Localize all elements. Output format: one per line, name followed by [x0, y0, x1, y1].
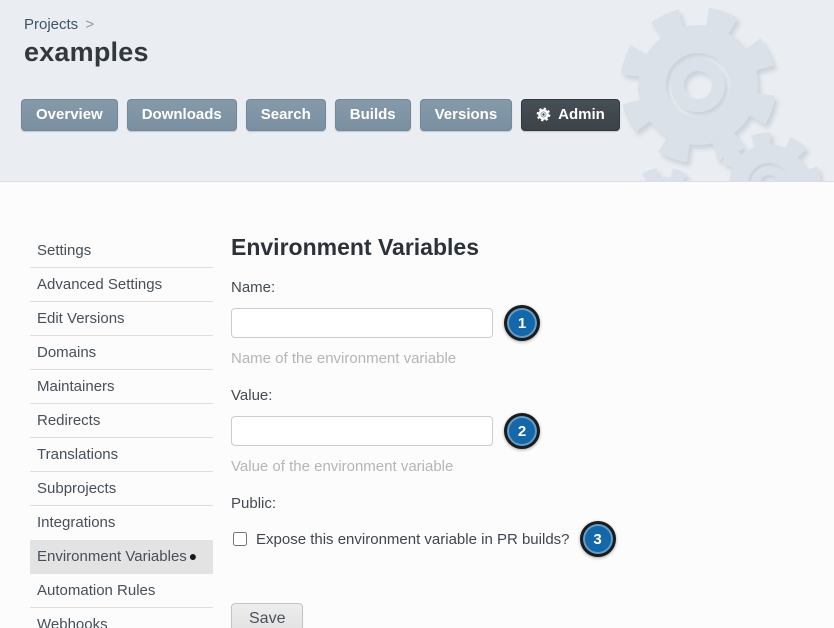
annotation-badge-3: 3 — [580, 521, 616, 557]
save-button[interactable]: Save — [231, 603, 303, 628]
expose-checkbox-label: Expose this environment variable in PR b… — [256, 531, 570, 548]
sidebar-item-advanced-settings[interactable]: Advanced Settings — [30, 268, 213, 302]
annotation-badge-2: 2 — [504, 413, 540, 449]
gear-icon — [536, 107, 551, 122]
sidebar-item-subprojects[interactable]: Subprojects — [30, 472, 213, 506]
sidebar-item-label: Settings — [37, 242, 91, 259]
breadcrumb: Projects > — [0, 0, 834, 35]
value-input[interactable] — [231, 416, 493, 446]
sidebar-item-label: Automation Rules — [37, 582, 155, 599]
tab-label: Search — [261, 106, 311, 123]
sidebar-item-maintainers[interactable]: Maintainers — [30, 370, 213, 404]
sidebar-item-label: Translations — [37, 446, 118, 463]
value-field-group: Value: 2 Value of the environment variab… — [231, 387, 616, 475]
sidebar-item-environment-variables[interactable]: Environment Variables● — [30, 540, 213, 574]
sidebar: Settings Advanced Settings Edit Versions Do… — [30, 234, 213, 628]
sidebar-item-label: Environment Variables — [37, 548, 187, 565]
tab-downloads[interactable]: Downloads — [127, 99, 237, 131]
sidebar-item-settings[interactable]: Settings — [30, 234, 213, 268]
name-field-group: Name: 1 Name of the environment variable — [231, 279, 616, 367]
breadcrumb-link-projects[interactable]: Projects — [24, 16, 78, 33]
public-field-group: Public: Expose this environment variable… — [231, 495, 616, 557]
sidebar-item-label: Edit Versions — [37, 310, 125, 327]
sidebar-item-label: Webhooks — [37, 616, 108, 628]
value-help-text: Value of the environment variable — [231, 458, 616, 475]
page-title: examples — [0, 37, 834, 68]
tab-builds[interactable]: Builds — [335, 99, 411, 131]
tab-search[interactable]: Search — [246, 99, 326, 131]
sidebar-item-translations[interactable]: Translations — [30, 438, 213, 472]
sidebar-item-integrations[interactable]: Integrations — [30, 506, 213, 540]
sidebar-item-label: Advanced Settings — [37, 276, 162, 293]
tab-label: Versions — [435, 106, 498, 123]
sidebar-item-label: Domains — [37, 344, 96, 361]
small-gear-icon — [711, 126, 826, 182]
tab-admin[interactable]: Admin — [521, 99, 620, 131]
tab-label: Admin — [558, 106, 605, 123]
public-field-label: Public: — [231, 495, 616, 512]
name-input[interactable] — [231, 308, 493, 338]
content: Settings Advanced Settings Edit Versions Do… — [0, 182, 834, 628]
nav-tabs: Overview Downloads Search Builds Versions Adm… — [21, 99, 834, 131]
header: Projects > examples Overview Downloads Sea… — [0, 0, 834, 182]
sidebar-item-label: Maintainers — [37, 378, 115, 395]
tab-versions[interactable]: Versions — [420, 99, 513, 131]
value-field-label: Value: — [231, 387, 616, 404]
annotation-badge-1: 1 — [504, 305, 540, 341]
sidebar-item-redirects[interactable]: Redirects — [30, 404, 213, 438]
tab-label: Downloads — [142, 106, 222, 123]
sidebar-item-edit-versions[interactable]: Edit Versions — [30, 302, 213, 336]
sidebar-item-domains[interactable]: Domains — [30, 336, 213, 370]
name-field-label: Name: — [231, 279, 616, 296]
sidebar-item-label: Subprojects — [37, 480, 116, 497]
tab-label: Overview — [36, 106, 103, 123]
sidebar-menu: Settings Advanced Settings Edit Versions Do… — [30, 234, 213, 628]
sidebar-item-label: Integrations — [37, 514, 115, 531]
name-help-text: Name of the environment variable — [231, 350, 616, 367]
expose-checkbox[interactable] — [233, 532, 247, 546]
partial-gear-icon — [623, 167, 704, 182]
tab-overview[interactable]: Overview — [21, 99, 118, 131]
active-item-bullet: ● — [189, 548, 197, 564]
sidebar-item-label: Redirects — [37, 412, 100, 429]
breadcrumb-separator: > — [85, 16, 94, 33]
sidebar-item-automation-rules[interactable]: Automation Rules — [30, 574, 213, 608]
main-panel: Environment Variables Name: 1 Name of th… — [231, 234, 616, 628]
page-heading: Environment Variables — [231, 234, 616, 261]
sidebar-item-webhooks[interactable]: Webhooks — [30, 608, 213, 628]
tab-label: Builds — [350, 106, 396, 123]
